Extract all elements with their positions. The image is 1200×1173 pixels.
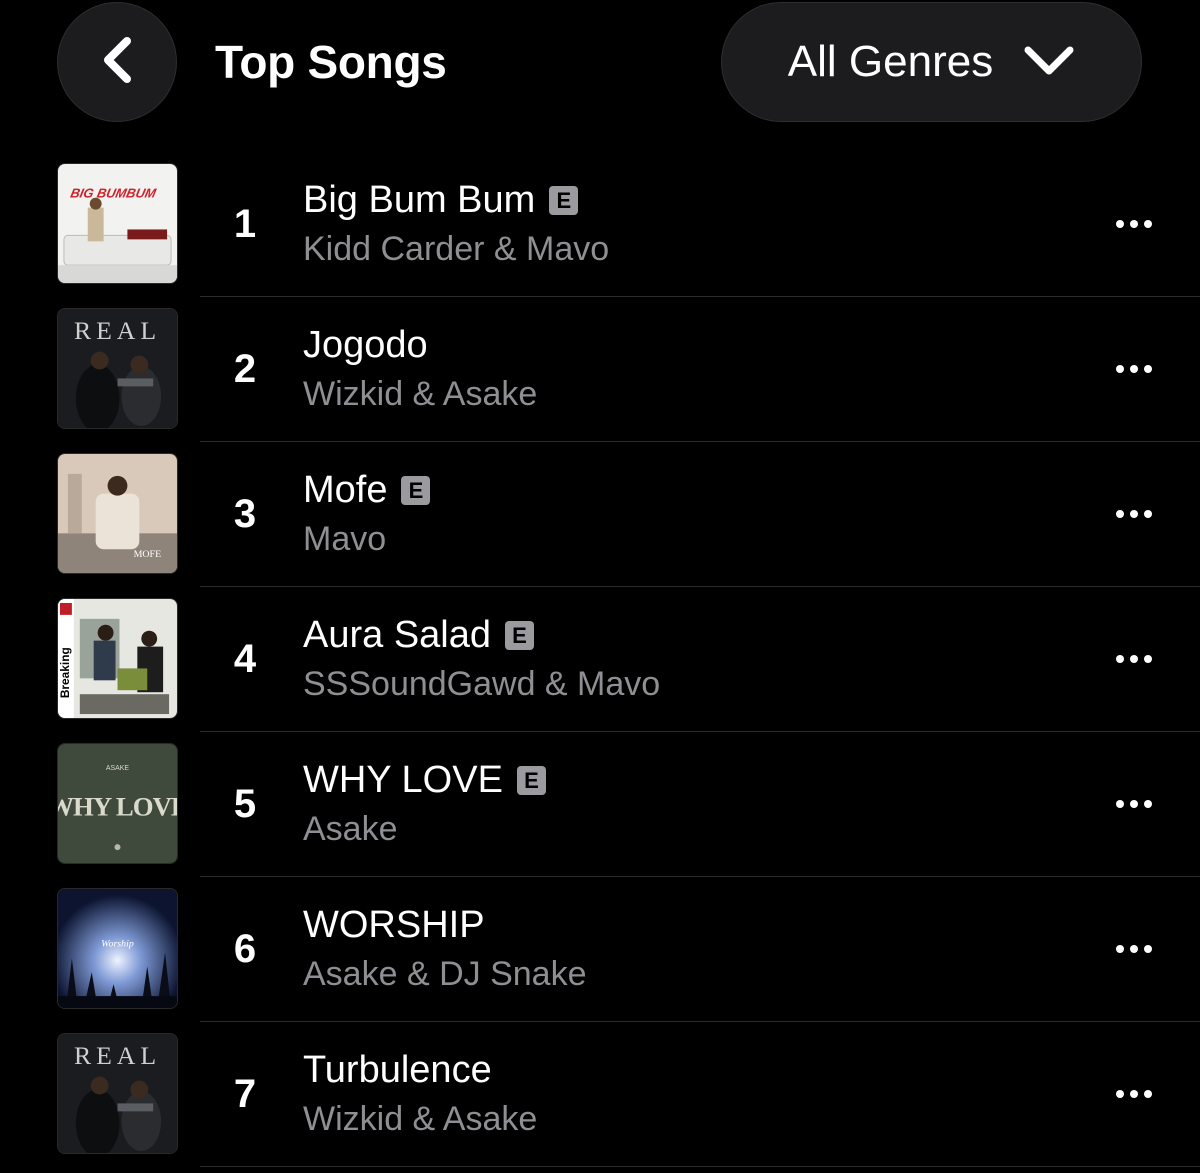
- album-artwork: REAL: [57, 308, 178, 429]
- row-separator: [200, 1165, 1200, 1167]
- ellipsis-dot: [1144, 365, 1152, 373]
- song-rank: 1: [233, 202, 257, 246]
- genre-filter-button[interactable]: All Genres: [721, 2, 1142, 122]
- ellipsis-icon[interactable]: [1106, 212, 1162, 236]
- top-songs-screen: Top Songs All Genres BIG BUMBUM 1 Big Bum…: [0, 0, 1200, 1173]
- ellipsis-dot: [1116, 945, 1124, 953]
- genre-filter-label: All Genres: [787, 37, 994, 86]
- ellipsis-dot: [1130, 220, 1138, 228]
- explicit-badge: E: [505, 620, 535, 650]
- song-row[interactable]: ASAKE WHY LOVE 5 WHY LOVE E Asake: [0, 732, 1200, 877]
- song-rank: 2: [233, 347, 257, 391]
- ellipsis-dot: [1116, 800, 1124, 808]
- explicit-badge: E: [516, 765, 546, 795]
- ellipsis-dot: [1116, 1090, 1124, 1098]
- song-title-row: WORSHIP: [303, 901, 485, 949]
- album-artwork: MOFE: [57, 453, 178, 574]
- song-title-row: Jogodo: [303, 321, 428, 369]
- svg-text:MOFE: MOFE: [134, 549, 162, 560]
- ellipsis-dot: [1144, 1090, 1152, 1098]
- chevron-down-icon: [1023, 43, 1075, 82]
- ellipsis-dot: [1130, 510, 1138, 518]
- ellipsis-icon[interactable]: [1106, 647, 1162, 671]
- song-title: Big Bum Bum: [303, 179, 536, 221]
- ellipsis-icon[interactable]: [1106, 792, 1162, 816]
- song-rank: 6: [233, 927, 257, 971]
- song-rank: 4: [233, 637, 257, 681]
- song-rank: 3: [233, 492, 257, 536]
- explicit-badge: E: [401, 475, 431, 505]
- song-artist: Mavo: [303, 520, 387, 558]
- ellipsis-dot: [1144, 945, 1152, 953]
- svg-text:BIG BUMBUM: BIG BUMBUM: [69, 186, 158, 201]
- ellipsis-dot: [1130, 1090, 1138, 1098]
- svg-text:Breaking: Breaking: [58, 647, 72, 698]
- ellipsis-dot: [1144, 800, 1152, 808]
- song-title-row: Big Bum Bum E: [303, 176, 579, 224]
- svg-text:REAL: REAL: [74, 1041, 161, 1070]
- song-artist: Asake & DJ Snake: [303, 955, 587, 993]
- ellipsis-dot: [1130, 365, 1138, 373]
- song-title: WORSHIP: [303, 904, 485, 946]
- page-title: Top Songs: [215, 36, 447, 88]
- ellipsis-dot: [1116, 220, 1124, 228]
- ellipsis-dot: [1130, 945, 1138, 953]
- ellipsis-dot: [1144, 655, 1152, 663]
- ellipsis-icon[interactable]: [1106, 937, 1162, 961]
- song-title-row: Mofe E: [303, 466, 431, 514]
- song-artist: Wizkid & Asake: [303, 375, 538, 413]
- ellipsis-icon[interactable]: [1106, 502, 1162, 526]
- song-list: BIG BUMBUM 1 Big Bum Bum E Kidd Carder & Ma…: [0, 152, 1200, 1167]
- song-artist: Wizkid & Asake: [303, 1100, 538, 1138]
- song-row[interactable]: MOFE 3 Mofe E Mavo: [0, 442, 1200, 587]
- ellipsis-dot: [1144, 510, 1152, 518]
- ellipsis-dot: [1130, 655, 1138, 663]
- song-artist: SSSoundGawd & Mavo: [303, 665, 661, 703]
- song-row[interactable]: REAL 2 Jogodo Wizkid & Asake: [0, 297, 1200, 442]
- song-artist: Kidd Carder & Mavo: [303, 230, 610, 268]
- song-title-row: Aura Salad E: [303, 611, 535, 659]
- song-title-row: WHY LOVE E: [303, 756, 546, 804]
- album-artwork: BIG BUMBUM: [57, 163, 178, 284]
- album-artwork: REAL: [57, 1033, 178, 1154]
- song-artist: Asake: [303, 810, 398, 848]
- song-row[interactable]: REAL 7 Turbulence Wizkid & Asake: [0, 1022, 1200, 1167]
- song-rank: 5: [233, 782, 257, 826]
- ellipsis-dot: [1116, 365, 1124, 373]
- svg-text:REAL: REAL: [74, 316, 161, 345]
- svg-text:Worship: Worship: [101, 939, 134, 950]
- ellipsis-dot: [1130, 800, 1138, 808]
- song-rank: 7: [233, 1072, 257, 1116]
- song-title-row: Turbulence: [303, 1046, 492, 1094]
- ellipsis-icon[interactable]: [1106, 357, 1162, 381]
- album-artwork: ASAKE WHY LOVE: [57, 743, 178, 864]
- song-row[interactable]: Worship 6 WORSHIP Asake & DJ Snake: [0, 877, 1200, 1022]
- song-title: WHY LOVE: [303, 759, 503, 801]
- song-row[interactable]: Breaking 4 Aura Salad E SSSoundGawd & Mavo: [0, 587, 1200, 732]
- chevron-left-icon: [100, 36, 134, 89]
- ellipsis-dot: [1116, 655, 1124, 663]
- album-artwork: Breaking: [57, 598, 178, 719]
- song-row[interactable]: BIG BUMBUM 1 Big Bum Bum E Kidd Carder & Ma…: [0, 152, 1200, 297]
- song-title: Aura Salad: [303, 614, 492, 656]
- svg-text:ASAKE: ASAKE: [106, 765, 130, 772]
- ellipsis-dot: [1144, 220, 1152, 228]
- song-title: Mofe: [303, 469, 388, 511]
- song-title: Turbulence: [303, 1049, 492, 1091]
- back-button[interactable]: [57, 2, 177, 122]
- svg-text:WHY LOVE: WHY LOVE: [58, 791, 177, 821]
- explicit-badge: E: [549, 185, 579, 215]
- song-title: Jogodo: [303, 324, 428, 366]
- album-artwork: Worship: [57, 888, 178, 1009]
- ellipsis-dot: [1116, 510, 1124, 518]
- ellipsis-icon[interactable]: [1106, 1082, 1162, 1106]
